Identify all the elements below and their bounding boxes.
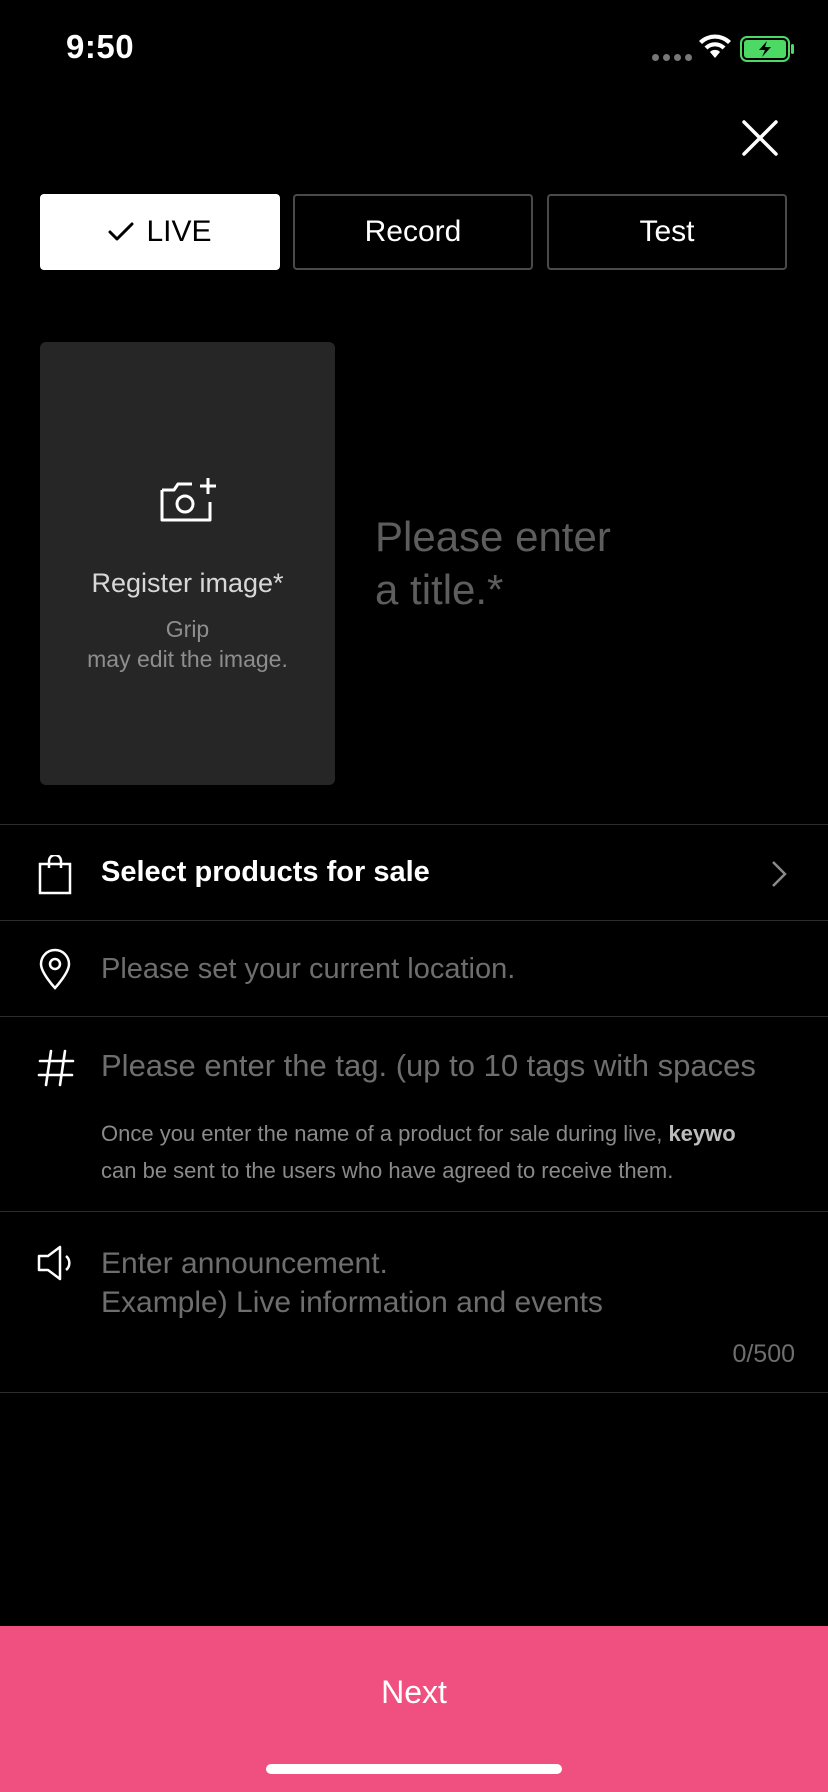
select-products-label: Select products for sale — [101, 856, 430, 888]
status-time: 9:50 — [66, 28, 135, 65]
divider — [0, 1392, 828, 1393]
tag-note-prefix: Once you enter the name of a product for… — [101, 1121, 669, 1146]
wifi-icon — [699, 34, 731, 58]
checkmark-icon — [108, 221, 134, 243]
tag-input[interactable]: Please enter the tag. (up to 10 tags wit… — [101, 1048, 801, 1084]
location-placeholder: Please set your current location. — [101, 953, 516, 985]
hashtag-icon — [37, 1049, 75, 1087]
close-icon — [742, 120, 778, 156]
tag-note: Once you enter the name of a product for… — [101, 1115, 828, 1189]
divider — [0, 1211, 828, 1212]
tab-live[interactable]: LIVE — [40, 194, 280, 270]
tab-test[interactable]: Test — [547, 194, 787, 270]
mode-tabs: LIVE Record Test — [40, 194, 788, 270]
cellular-signal-icon — [652, 54, 692, 61]
shopping-bag-icon — [38, 855, 72, 895]
tag-note-bold: keywo — [668, 1121, 736, 1146]
speaker-icon — [37, 1245, 71, 1281]
divider — [0, 1016, 828, 1017]
home-indicator — [266, 1764, 562, 1774]
title-input[interactable]: Please enter a title.* — [375, 510, 795, 616]
tab-record-label: Record — [364, 215, 462, 248]
tag-note-line2: can be sent to the users who have agreed… — [101, 1158, 674, 1183]
next-button-label: Next — [381, 1674, 447, 1710]
chevron-right-icon — [772, 861, 787, 887]
battery-icon — [740, 36, 794, 62]
announcement-char-count: 0/500 — [732, 1340, 795, 1368]
register-image-note: Grip may edit the image. — [87, 616, 288, 672]
close-button[interactable] — [736, 114, 784, 162]
register-image-label: Register image* — [91, 568, 284, 598]
tab-test-label: Test — [639, 215, 695, 248]
announcement-input[interactable]: Enter announcement. Example) Live inform… — [101, 1244, 603, 1322]
tab-record[interactable]: Record — [293, 194, 533, 270]
register-image-button[interactable]: Register image* Grip may edit the image. — [40, 342, 335, 785]
select-products-row[interactable]: Select products for sale — [0, 825, 828, 920]
status-bar: 9:50 — [0, 0, 828, 100]
tab-live-label: LIVE — [146, 215, 212, 248]
location-row[interactable]: Please set your current location. — [0, 921, 828, 1016]
add-photo-camera-icon — [160, 478, 216, 522]
location-pin-icon — [39, 948, 71, 990]
